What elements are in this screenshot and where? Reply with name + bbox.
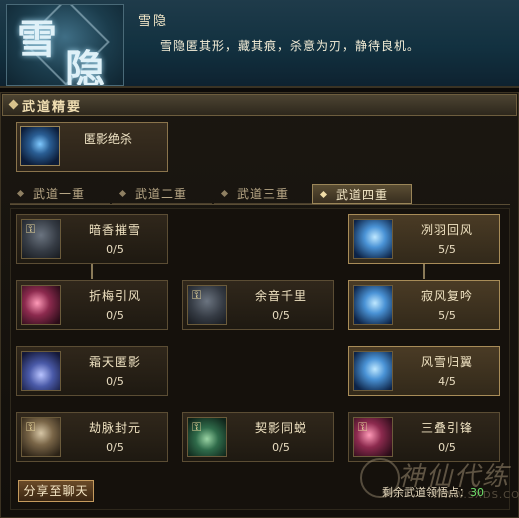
tab-tier-4[interactable]: 武道四重 (312, 184, 412, 204)
skill-name: 契影同蜕 (254, 421, 307, 435)
silent-wind-icon (353, 285, 393, 325)
skill-level: 0/5 (272, 309, 290, 322)
frost-shadow-icon (21, 351, 61, 391)
skill-name: 暗香摧雪 (88, 223, 141, 237)
skill-level: 0/5 (106, 375, 124, 388)
skill-node[interactable]: 寂风复吟 5/5 (348, 280, 500, 330)
skill-level: 0/5 (272, 441, 290, 454)
skill-node[interactable]: 风雪归翼 4/5 (348, 346, 500, 396)
wind-plum-icon (21, 285, 61, 325)
skill-name: 劫脉封元 (88, 421, 141, 435)
share-to-chat-button[interactable]: 分享至聊天 (18, 480, 94, 502)
section-title: 武道精要 (22, 100, 83, 115)
triple-edge-icon: ⚿ (353, 417, 393, 457)
skill-name: 霜天匿影 (88, 355, 141, 369)
points-label: 剩余武道领悟点： (382, 486, 470, 499)
tab-divider (10, 204, 510, 205)
tab-label: 武道二重 (135, 187, 188, 201)
tier-tabs: 武道一重 武道二重 武道三重 武道四重 (10, 184, 510, 204)
tab-bullet-icon (220, 189, 229, 198)
remaining-points: 剩余武道领悟点：30 (382, 484, 484, 500)
skill-node[interactable]: ⚿ 劫脉封元 0/5 (16, 412, 168, 462)
school-emblem: 雪 隐 (6, 4, 124, 86)
skill-name: 风雪归翼 (420, 355, 473, 369)
tab-bullet-icon (118, 189, 127, 198)
seal-meridian-icon: ⚿ (21, 417, 61, 457)
lock-icon: ⚿ (26, 420, 36, 434)
skill-node[interactable]: 霜天匿影 0/5 (16, 346, 168, 396)
skill-node[interactable]: ⚿ 余音千里 0/5 (182, 280, 334, 330)
tab-label: 武道一重 (33, 187, 86, 201)
tree-connector (423, 263, 425, 279)
points-value: 30 (470, 486, 484, 499)
skill-level: 0/5 (106, 309, 124, 322)
tab-tier-1[interactable]: 武道一重 (10, 184, 110, 204)
lock-icon: ⚿ (192, 288, 202, 302)
skill-level: 0/5 (106, 243, 124, 256)
emblem-char-2: 隐 (65, 46, 105, 86)
skill-node[interactable]: ⚿ 暗香摧雪 0/5 (16, 214, 168, 264)
tab-tier-3[interactable]: 武道三重 (214, 184, 314, 204)
ultimate-skill-name: 匿影绝杀 (84, 132, 133, 146)
snow-blade-icon: ⚿ (21, 219, 61, 259)
emblem-char-1: 雪 (17, 16, 57, 63)
skill-level: 5/5 (438, 309, 456, 322)
skill-node[interactable]: 折梅引风 0/5 (16, 280, 168, 330)
tab-bullet-icon (16, 189, 25, 198)
lock-icon: ⚿ (26, 222, 36, 236)
skill-level: 0/5 (106, 441, 124, 454)
shadow-pact-icon: ⚿ (187, 417, 227, 457)
school-title: 雪隐 (138, 14, 169, 29)
skill-node[interactable]: ⚿ 契影同蜕 0/5 (182, 412, 334, 462)
skill-node[interactable]: 冽羽回风 5/5 (348, 214, 500, 264)
tab-label: 武道四重 (336, 187, 389, 202)
tab-tier-2[interactable]: 武道二重 (112, 184, 212, 204)
snow-wing-icon (353, 351, 393, 391)
tab-label: 武道三重 (237, 187, 290, 201)
tree-connector (91, 263, 93, 279)
echo-icon: ⚿ (187, 285, 227, 325)
skill-name: 三叠引锋 (420, 421, 473, 435)
skill-level: 5/5 (438, 243, 456, 256)
skill-name: 冽羽回风 (420, 223, 473, 237)
skill-name: 余音千里 (254, 289, 307, 303)
skill-name: 寂风复吟 (420, 289, 473, 303)
skill-level: 4/5 (438, 375, 456, 388)
school-description: 雪隐匿其形，藏其痕，杀意为刃，静待良机。 (160, 39, 421, 53)
skill-name: 折梅引风 (88, 289, 141, 303)
header: 雪 隐 雪隐 雪隐匿其形，藏其痕，杀意为刃，静待良机。 (0, 0, 519, 88)
lock-icon: ⚿ (192, 420, 202, 434)
feather-wind-icon (353, 219, 393, 259)
ultimate-skill-icon[interactable] (20, 126, 60, 166)
lock-icon: ⚿ (358, 420, 368, 434)
tab-bullet-icon (319, 190, 328, 198)
